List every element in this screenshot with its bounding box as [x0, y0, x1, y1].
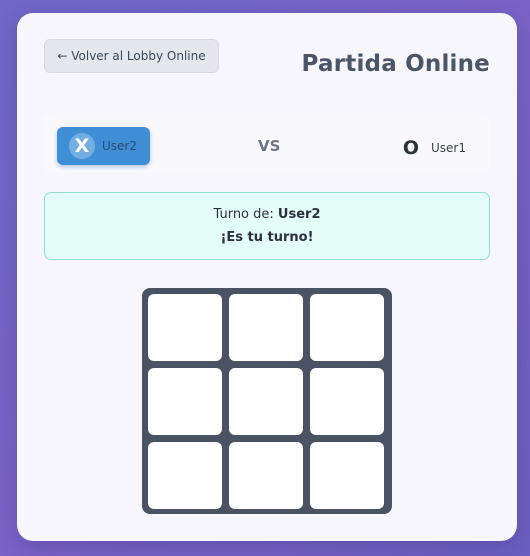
board-cell-7[interactable] — [148, 442, 222, 509]
board-cell-2[interactable] — [229, 294, 303, 361]
turn-player-name: User2 — [277, 207, 321, 222]
your-turn-message: ¡Es tu turno! — [220, 230, 314, 245]
board-cell-3[interactable] — [310, 294, 384, 361]
board-cell-8[interactable] — [229, 442, 303, 509]
x-symbol-icon: X — [69, 133, 95, 159]
turn-prefix: Turno de: — [213, 207, 278, 222]
versus-label: VS — [258, 137, 281, 155]
board-cell-5[interactable] — [229, 368, 303, 435]
player-o-badge: O User1 — [403, 137, 466, 159]
game-card: ← Volver al Lobby Online Partida Online … — [17, 13, 517, 541]
board-cell-9[interactable] — [310, 442, 384, 509]
player-o-name: User1 — [431, 141, 466, 155]
player-x-badge: X User2 — [57, 127, 150, 165]
players-bar: X User2 VS O User1 — [44, 113, 490, 173]
game-board — [142, 288, 392, 514]
board-cell-4[interactable] — [148, 368, 222, 435]
back-to-lobby-button[interactable]: ← Volver al Lobby Online — [44, 39, 219, 73]
page-title: Partida Online — [301, 51, 490, 77]
player-x-name: User2 — [102, 139, 137, 153]
board-cell-6[interactable] — [310, 368, 384, 435]
turn-status-box: Turno de: User2 ¡Es tu turno! — [44, 192, 490, 260]
o-symbol-icon: O — [402, 137, 419, 159]
turn-indicator: Turno de: User2 — [45, 207, 489, 222]
board-cell-1[interactable] — [148, 294, 222, 361]
